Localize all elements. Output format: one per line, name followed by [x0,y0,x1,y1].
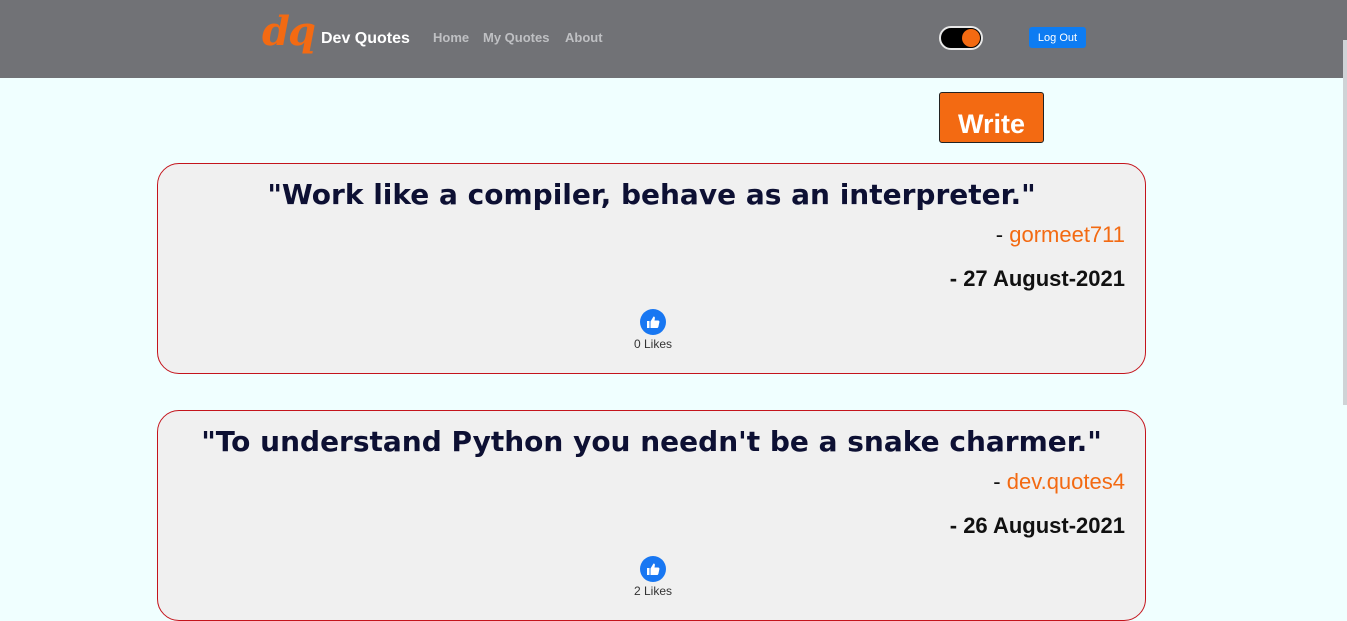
scrollbar[interactable] [1343,40,1347,405]
quote-text: "To understand Python you needn't be a s… [201,425,1102,458]
quote-card: "Work like a compiler, behave as an inte… [157,163,1146,374]
like-count: 0 Likes [633,337,673,351]
author-link[interactable]: gormeet711 [1009,222,1125,247]
quote-text: "Work like a compiler, behave as an inte… [267,178,1036,211]
nav-home[interactable]: Home [433,30,469,45]
like-button[interactable] [640,556,666,582]
thumbs-up-icon [647,316,660,328]
brand-logo[interactable]: dq [262,8,316,55]
quote-date: - 27 August-2021 [949,266,1125,291]
like-button[interactable] [640,309,666,335]
write-button[interactable]: Write [939,92,1044,143]
logout-button[interactable]: Log Out [1029,27,1086,48]
toggle-knob [962,29,980,47]
author-link[interactable]: dev.quotes4 [1007,469,1125,494]
thumbs-up-icon [647,563,660,575]
top-navbar: dq Dev Quotes Home My Quotes About Log O… [0,0,1347,78]
quote-card: "To understand Python you needn't be a s… [157,410,1146,621]
theme-toggle[interactable] [939,26,983,50]
nav-about[interactable]: About [565,30,603,45]
quote-author: - dev.quotes4 [993,469,1125,494]
quote-author: - gormeet711 [995,222,1125,247]
quote-date: - 26 August-2021 [949,513,1125,538]
like-count: 2 Likes [633,584,673,598]
brand-name[interactable]: Dev Quotes [321,30,410,48]
nav-my-quotes[interactable]: My Quotes [483,30,549,45]
